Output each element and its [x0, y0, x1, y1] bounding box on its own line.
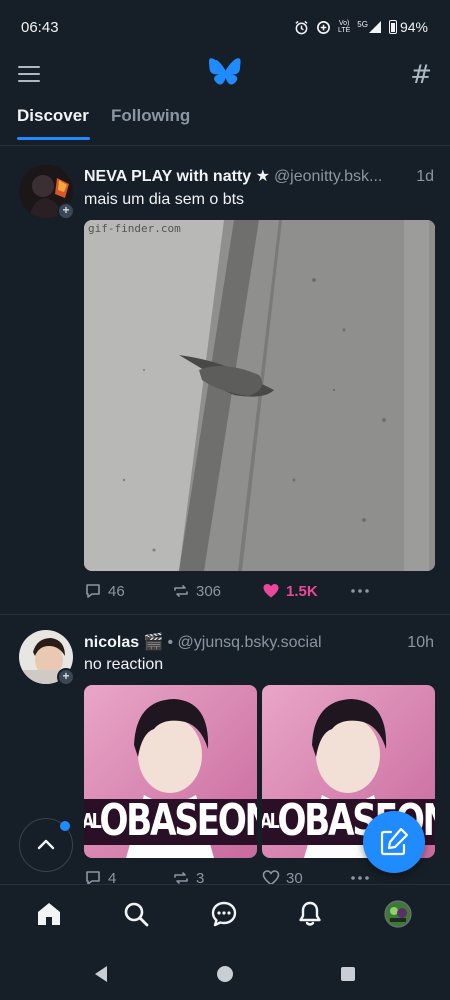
app-header: #	[0, 54, 450, 94]
repost-icon	[174, 585, 188, 597]
battery-percent: 94%	[399, 19, 428, 35]
home-icon[interactable]	[34, 899, 64, 929]
more-options-button[interactable]	[350, 582, 370, 600]
author-handle[interactable]: @jeonitty.bsk...	[274, 168, 410, 186]
image-caption: ALOBASEONE	[84, 795, 257, 846]
post-time: 1d	[416, 168, 434, 185]
status-time: 06:43	[21, 18, 59, 36]
author-name[interactable]: nicolas 🎬	[84, 632, 164, 652]
post-gif[interactable]: gif-finder.com	[84, 220, 435, 571]
repost-count: 306	[196, 582, 222, 600]
post-header: NEVA PLAY with natty ★ @jeonitty.bsk... …	[84, 166, 434, 188]
back-icon[interactable]	[93, 965, 109, 988]
reply-button[interactable]: 46	[84, 582, 125, 600]
author-name[interactable]: NEVA PLAY with natty ★	[84, 166, 270, 186]
feed-post[interactable]: + NEVA PLAY with natty ★ @jeonitty.bsk..…	[0, 152, 450, 614]
post-actions: 46 306 1.5K	[84, 582, 434, 606]
status-icons: Vo) LTE 5G 94%	[294, 19, 428, 35]
new-posts-indicator	[60, 821, 70, 831]
profile-avatar[interactable]	[383, 899, 413, 929]
like-count: 1.5K	[286, 582, 318, 600]
post-divider	[0, 614, 450, 615]
bluesky-butterfly-logo[interactable]	[209, 58, 242, 88]
active-tab-indicator	[17, 137, 90, 140]
follow-plus-icon[interactable]: +	[57, 202, 75, 220]
follow-plus-icon[interactable]: +	[57, 668, 75, 686]
post-time: 10h	[407, 634, 434, 651]
post-text: mais um dia sem o bts	[84, 191, 245, 208]
notifications-icon[interactable]	[295, 899, 325, 929]
ellipsis-icon	[351, 589, 369, 593]
chat-icon[interactable]	[209, 899, 239, 929]
like-button[interactable]: 1.5K	[262, 582, 318, 600]
compose-pencil-icon	[380, 827, 409, 856]
alarm-icon	[295, 20, 308, 34]
status-bar: 06:43 Vo) LTE 5G 94%	[0, 0, 450, 54]
volte-indicator: Vo) LTE	[337, 20, 351, 34]
avatar[interactable]: +	[19, 630, 75, 686]
heart-filled-icon	[263, 584, 279, 598]
tab-following[interactable]: Following	[111, 106, 190, 126]
reply-count: 46	[108, 582, 125, 600]
reply-icon	[86, 584, 100, 598]
post-header: nicolas 🎬 • @yjunsq.bsky.social 10h	[84, 632, 434, 654]
avatar[interactable]: +	[19, 164, 75, 220]
feed-tabs: Discover Following	[0, 96, 450, 146]
hashtag-icon[interactable]: #	[410, 60, 432, 90]
scroll-to-top-button[interactable]	[19, 818, 73, 872]
post-image[interactable]: ALOBASEONE	[84, 685, 257, 858]
data-saver-icon	[317, 20, 330, 34]
gif-image	[84, 220, 435, 571]
network-type: 5G	[357, 20, 368, 29]
repost-button[interactable]: 306	[172, 582, 221, 600]
home-button-icon[interactable]	[216, 965, 234, 988]
gif-watermark: gif-finder.com	[88, 222, 181, 235]
menu-icon[interactable]	[18, 66, 40, 82]
search-icon[interactable]	[121, 899, 151, 929]
compose-button[interactable]	[363, 811, 425, 873]
system-nav-bar	[0, 948, 450, 1000]
bottom-nav	[0, 884, 450, 948]
battery-icon	[388, 20, 397, 34]
author-handle[interactable]: • @yjunsq.bsky.social	[168, 634, 402, 652]
post-text: no reaction	[84, 656, 164, 673]
signal-icon	[368, 21, 381, 33]
recents-icon[interactable]	[340, 966, 356, 987]
tab-discover[interactable]: Discover	[17, 106, 89, 126]
